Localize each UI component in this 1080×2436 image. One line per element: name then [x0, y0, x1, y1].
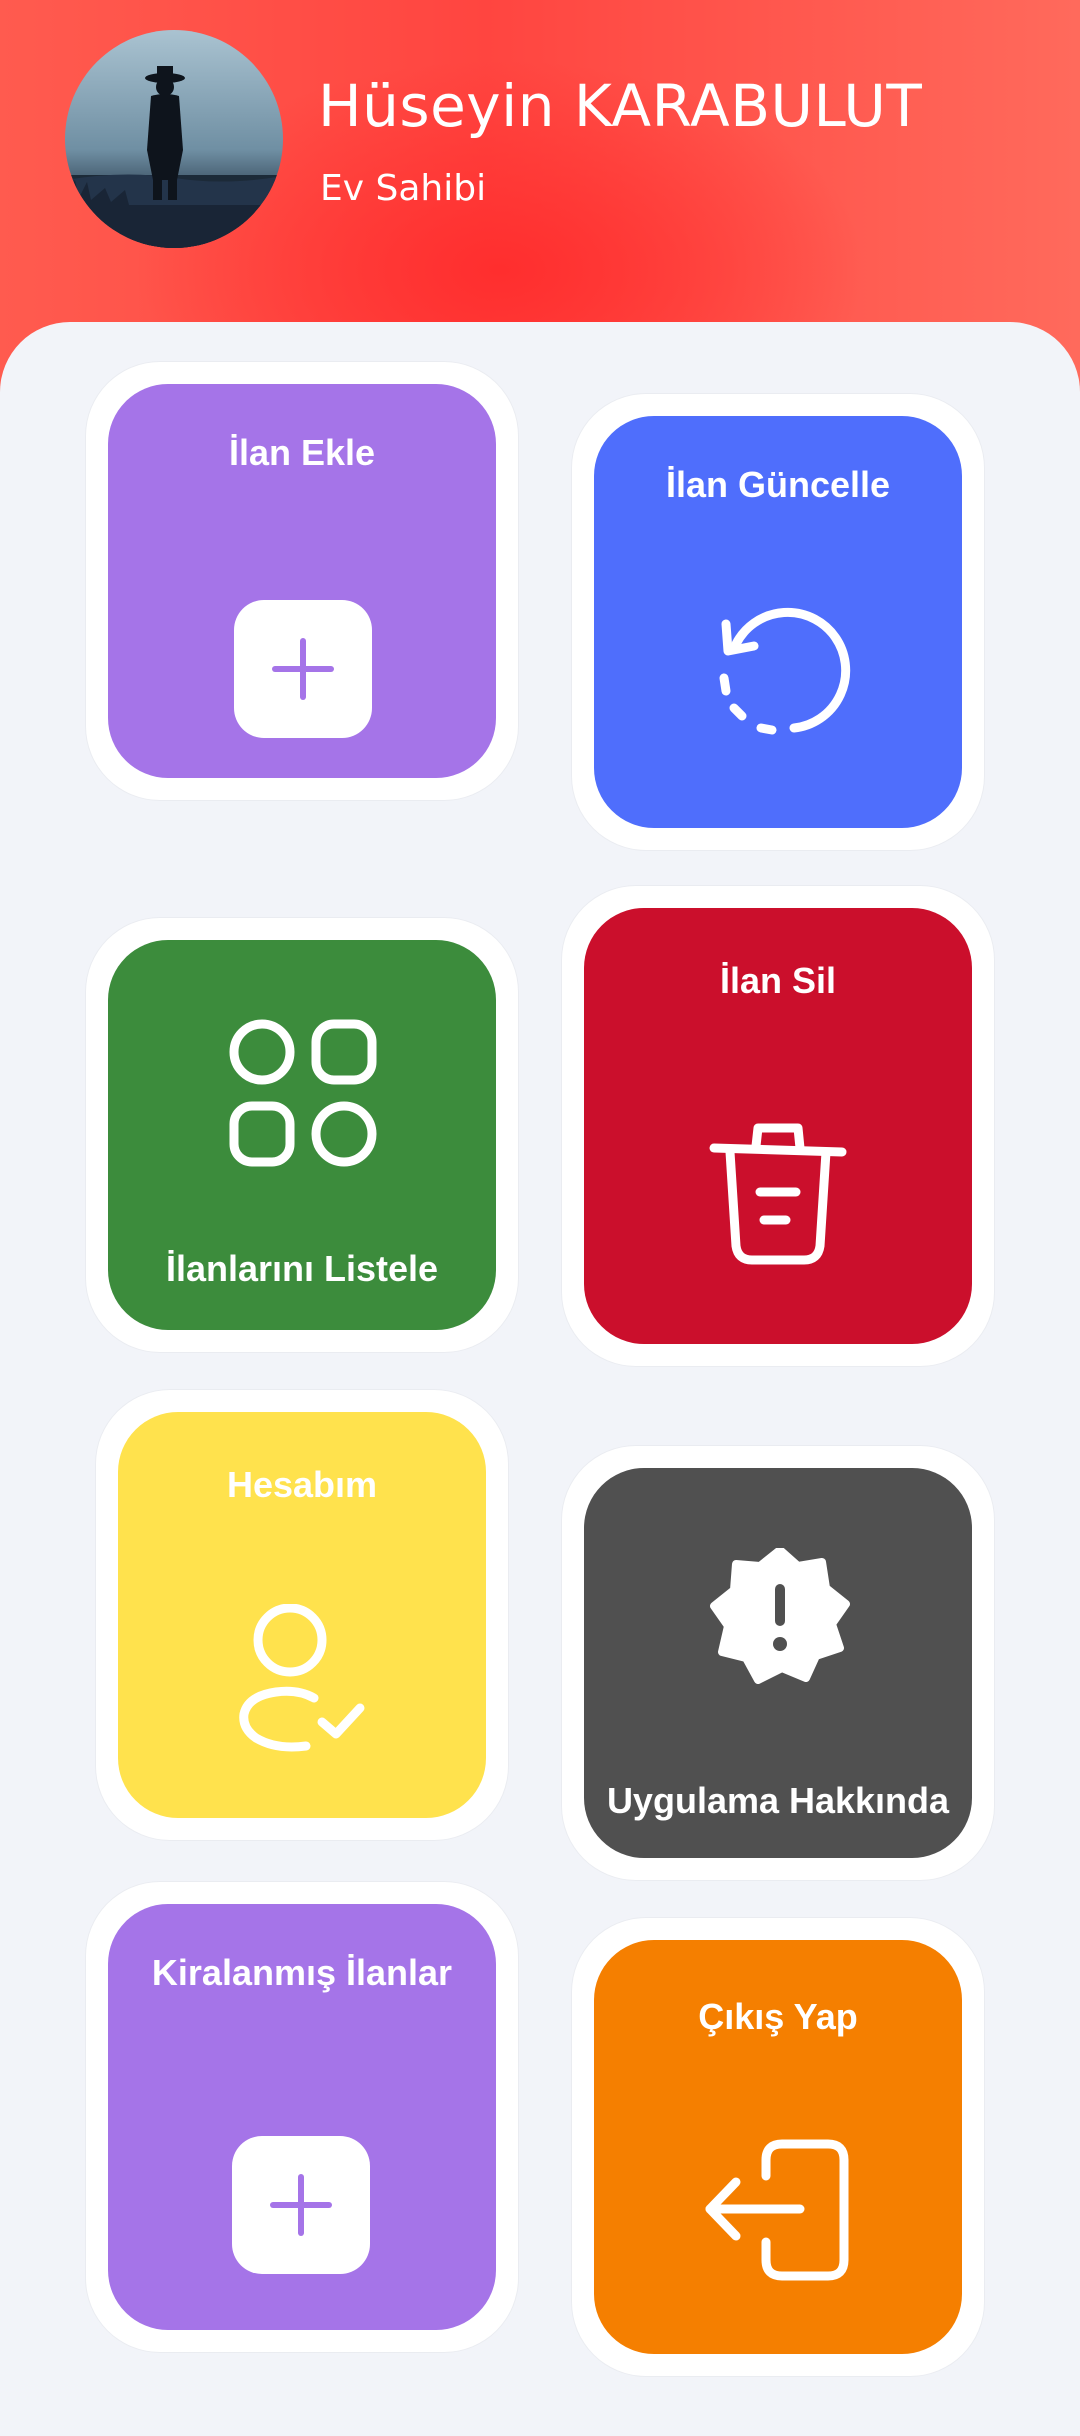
card-label: İlan Güncelle [665, 464, 891, 505]
card-kiralanmis-ilanlar-body[interactable]: Kiralanmış İlanlar [108, 1904, 496, 2330]
user-role: Ev Sahibi [320, 168, 487, 209]
plus-square-icon [232, 2136, 370, 2278]
card-uygulama-hakkinda-body[interactable]: Uygulama Hakkında [584, 1468, 972, 1858]
card-label: Hesabım [226, 1464, 378, 1505]
user-check-icon [236, 1603, 376, 1758]
plus-square-icon [234, 600, 372, 742]
grid-apps-icon [228, 1018, 378, 1172]
card-hesabim-body[interactable]: Hesabım [118, 1412, 486, 1818]
card-label: Kiralanmış İlanlar [151, 1952, 453, 1993]
card-label: Uygulama Hakkında [606, 1780, 950, 1821]
card-ilan-ekle[interactable]: İlan Ekle [86, 362, 518, 800]
user-name: Hüseyin KARABULUT [318, 72, 923, 140]
card-ilanlarini-listele-body[interactable]: İlanlarını Listele [108, 940, 496, 1330]
card-ilan-sil[interactable]: İlan Sil [562, 886, 994, 1366]
card-ilan-guncelle[interactable]: İlan Güncelle [572, 394, 984, 850]
card-kiralanmis-ilanlar[interactable]: Kiralanmış İlanlar [86, 1882, 518, 2352]
card-ilan-sil-body[interactable]: İlan Sil [584, 908, 972, 1344]
card-uygulama-hakkinda[interactable]: Uygulama Hakkında [562, 1446, 994, 1880]
refresh-dashed-icon [706, 596, 856, 750]
logout-icon [704, 2136, 854, 2290]
card-cikis-yap[interactable]: Çıkış Yap [572, 1918, 984, 2376]
card-label: Çıkış Yap [698, 1996, 858, 2037]
card-label: İlan Ekle [228, 432, 376, 473]
alert-badge-icon [710, 1546, 850, 1692]
menu-panel: İlan Ekle İlan Güncelle İlanlarını Liste… [0, 322, 1080, 2436]
card-ilan-guncelle-body[interactable]: İlan Güncelle [594, 416, 962, 828]
card-ilan-ekle-body[interactable]: İlan Ekle [108, 384, 496, 778]
trash-icon [708, 1118, 848, 1272]
card-hesabim[interactable]: Hesabım [96, 1390, 508, 1840]
avatar[interactable] [65, 30, 283, 248]
card-ilanlarini-listele[interactable]: İlanlarını Listele [86, 918, 518, 1352]
card-label: İlan Sil [719, 960, 837, 1001]
card-cikis-yap-body[interactable]: Çıkış Yap [594, 1940, 962, 2354]
card-label: İlanlarını Listele [165, 1248, 439, 1289]
